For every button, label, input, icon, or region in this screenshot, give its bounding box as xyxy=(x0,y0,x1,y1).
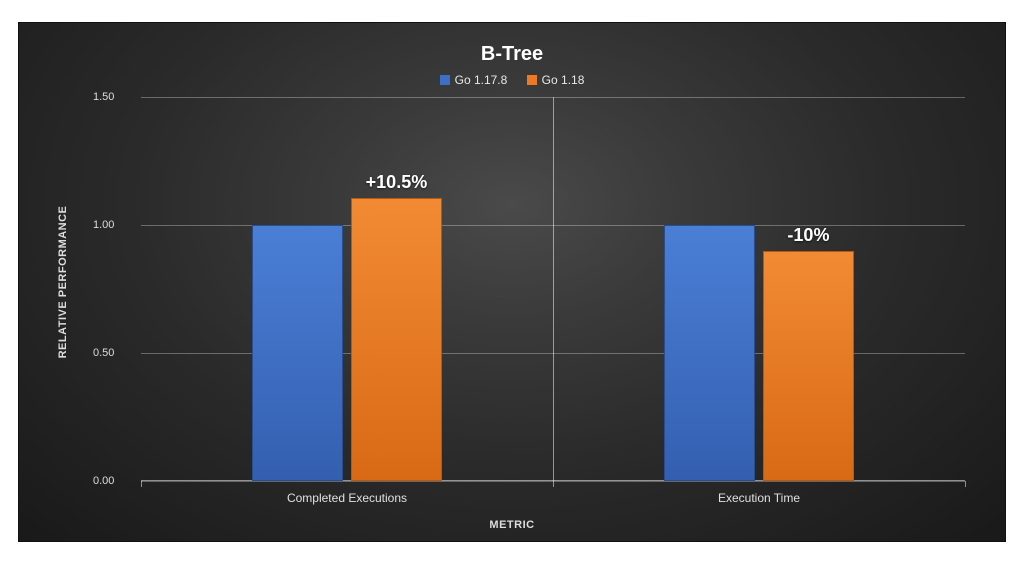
y-tick-label: 0.00 xyxy=(93,475,114,487)
data-label: +10.5% xyxy=(366,172,428,193)
legend-label: Go 1.17.8 xyxy=(455,73,508,87)
tickmark xyxy=(965,481,966,487)
chart-legend: Go 1.17.8 Go 1.18 xyxy=(19,73,1005,88)
x-axis-label: METRIC xyxy=(19,519,1005,531)
legend-label: Go 1.18 xyxy=(542,73,585,87)
legend-item-1: Go 1.18 xyxy=(527,73,585,87)
bar xyxy=(351,198,442,481)
y-tick-label: 1.50 xyxy=(93,91,114,103)
group-separator xyxy=(553,97,554,487)
legend-swatch-icon xyxy=(527,75,537,85)
y-axis-label: RELATIVE PERFORMANCE xyxy=(57,206,69,359)
chart-panel: B-Tree Go 1.17.8 Go 1.18 RELATIVE PERFOR… xyxy=(18,22,1006,542)
y-tick-label: 1.00 xyxy=(93,219,114,231)
tickmark xyxy=(141,481,142,487)
chart-outer: B-Tree Go 1.17.8 Go 1.18 RELATIVE PERFOR… xyxy=(0,0,1024,576)
data-label: -10% xyxy=(787,225,829,246)
bar xyxy=(664,225,755,481)
y-tick-label: 0.50 xyxy=(93,347,114,359)
category-label: Completed Executions xyxy=(287,491,407,505)
plot-area: 0.000.501.001.50Completed ExecutionsExec… xyxy=(141,97,965,481)
bar xyxy=(763,251,854,481)
legend-item-0: Go 1.17.8 xyxy=(440,73,508,87)
chart-title: B-Tree xyxy=(19,43,1005,66)
category-label: Execution Time xyxy=(718,491,800,505)
legend-swatch-icon xyxy=(440,75,450,85)
bar xyxy=(252,225,343,481)
